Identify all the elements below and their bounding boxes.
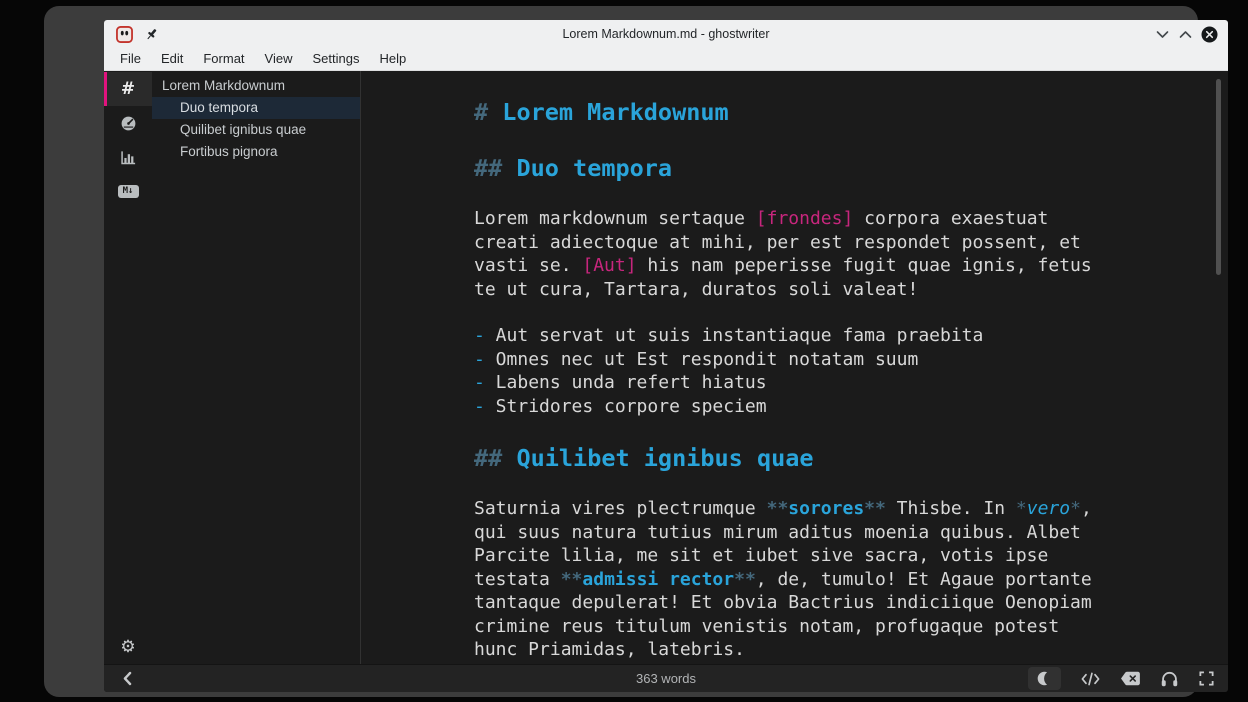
editor-area[interactable]: # Lorem Markdownum ## Duo tempora Lorem … [360, 71, 1228, 664]
menu-edit[interactable]: Edit [151, 48, 193, 70]
document-stats-tab[interactable] [104, 140, 152, 174]
link-reference: [Aut] [582, 255, 636, 276]
list-text: Omnes nec ut Est respondit notatam suum [485, 349, 918, 370]
menu-help[interactable]: Help [369, 48, 416, 70]
focus-mode-toggle[interactable] [1160, 670, 1179, 687]
bold-marker: ** [561, 569, 583, 590]
fullscreen-icon [1198, 670, 1215, 687]
italic-marker: * [1070, 498, 1081, 519]
list-dash: - [474, 372, 485, 393]
heading-2: ## Duo tempora [474, 153, 1096, 183]
titlebar: Lorem Markdownum.md - ghostwriter [104, 20, 1228, 48]
bullet-list: - Aut servat ut suis instantiaque fama p… [474, 324, 1096, 418]
outline-item[interactable]: Fortibus pignora [152, 141, 360, 163]
dark-mode-toggle[interactable] [1028, 667, 1061, 690]
bold-text: sorores [788, 498, 864, 519]
menu-view[interactable]: View [255, 48, 303, 70]
text-segment: Saturnia vires plectrumque [474, 498, 767, 519]
session-stats-tab[interactable] [104, 106, 152, 140]
html-preview-toggle[interactable] [1080, 670, 1101, 688]
text-segment: Thisbe. In [886, 498, 1016, 519]
bold-marker: ** [767, 498, 789, 519]
minimize-icon[interactable] [1155, 28, 1169, 40]
bar-chart-icon [120, 149, 137, 166]
list-item: - Omnes nec ut Est respondit notatam suu… [474, 348, 1096, 372]
outline-tab[interactable]: # [104, 72, 152, 106]
markdown-document[interactable]: # Lorem Markdownum ## Duo tempora Lorem … [474, 97, 1096, 662]
list-dash: - [474, 325, 485, 346]
cheat-sheet-tab[interactable]: M↓ [104, 174, 152, 208]
bold-marker: ** [734, 569, 756, 590]
moon-icon [1036, 670, 1053, 687]
maximize-icon[interactable] [1178, 28, 1192, 40]
list-text: Stridores corpore speciem [485, 396, 767, 417]
editor-scrollbar[interactable] [1216, 79, 1221, 275]
window-frame: Lorem Markdownum.md - ghostwriter File [44, 6, 1198, 697]
window-controls [1155, 26, 1218, 43]
bold-text: admissi rector [582, 569, 734, 590]
hide-sidebar-button[interactable] [122, 671, 133, 686]
outline-item[interactable]: Quilibet ignibus quae [152, 119, 360, 141]
h2-marker: ## [474, 154, 516, 182]
ghostwriter-app-icon[interactable] [116, 26, 133, 43]
window-title: Lorem Markdownum.md - ghostwriter [104, 27, 1228, 41]
headphones-icon [1160, 670, 1179, 687]
markdown-icon: M↓ [118, 185, 139, 198]
paragraph-2: Saturnia vires plectrumque **sorores** T… [474, 497, 1096, 662]
sidebar-tab-strip: # [104, 71, 152, 664]
pin-keep-above-icon[interactable] [144, 27, 159, 42]
list-dash: - [474, 396, 485, 417]
link-reference: [frondes] [756, 208, 854, 229]
window-body: # [104, 71, 1228, 664]
list-item: - Stridores corpore speciem [474, 395, 1096, 419]
close-icon[interactable] [1201, 26, 1218, 43]
gear-icon: ⚙ [120, 638, 135, 655]
fullscreen-toggle[interactable] [1198, 670, 1215, 687]
menu-settings[interactable]: Settings [302, 48, 369, 70]
outline-item[interactable]: Lorem Markdownum [152, 75, 360, 97]
italic-text: vero [1027, 498, 1070, 519]
list-dash: - [474, 349, 485, 370]
outline-panel: Lorem Markdownum Duo tempora Quilibet ig… [152, 71, 360, 664]
bold-marker: ** [864, 498, 886, 519]
statusbar: 363 words [104, 664, 1228, 692]
hemingway-mode-toggle[interactable] [1120, 671, 1141, 686]
h2-marker: ## [474, 444, 516, 472]
hashtag-icon: # [121, 79, 135, 99]
italic-marker: * [1016, 498, 1027, 519]
chevron-left-icon [122, 671, 133, 686]
list-text: Labens unda refert hiatus [485, 372, 767, 393]
h2-text: Duo tempora [516, 154, 672, 182]
menu-file[interactable]: File [110, 48, 151, 70]
h1-text: Lorem Markdownum [502, 98, 728, 126]
h2-text: Quilibet ignibus quae [516, 444, 813, 472]
menu-format[interactable]: Format [193, 48, 254, 70]
code-icon [1080, 670, 1101, 688]
settings-button[interactable]: ⚙ [104, 628, 152, 664]
ghostwriter-window: Lorem Markdownum.md - ghostwriter File [104, 20, 1228, 692]
list-text: Aut servat ut suis instantiaque fama pra… [485, 325, 984, 346]
menubar: File Edit Format View Settings Help [104, 48, 1228, 71]
outline-item-selected[interactable]: Duo tempora [152, 97, 360, 119]
text-segment: Lorem markdownum sertaque [474, 208, 756, 229]
heading-1: # Lorem Markdownum [474, 97, 1096, 127]
paragraph-1: Lorem markdownum sertaque [frondes] corp… [474, 207, 1096, 301]
backspace-icon [1120, 671, 1141, 686]
heading-3: ## Quilibet ignibus quae [474, 443, 1096, 473]
list-item: - Labens unda refert hiatus [474, 371, 1096, 395]
h1-marker: # [474, 98, 502, 126]
list-item: - Aut servat ut suis instantiaque fama p… [474, 324, 1096, 348]
gauge-icon [120, 115, 137, 132]
